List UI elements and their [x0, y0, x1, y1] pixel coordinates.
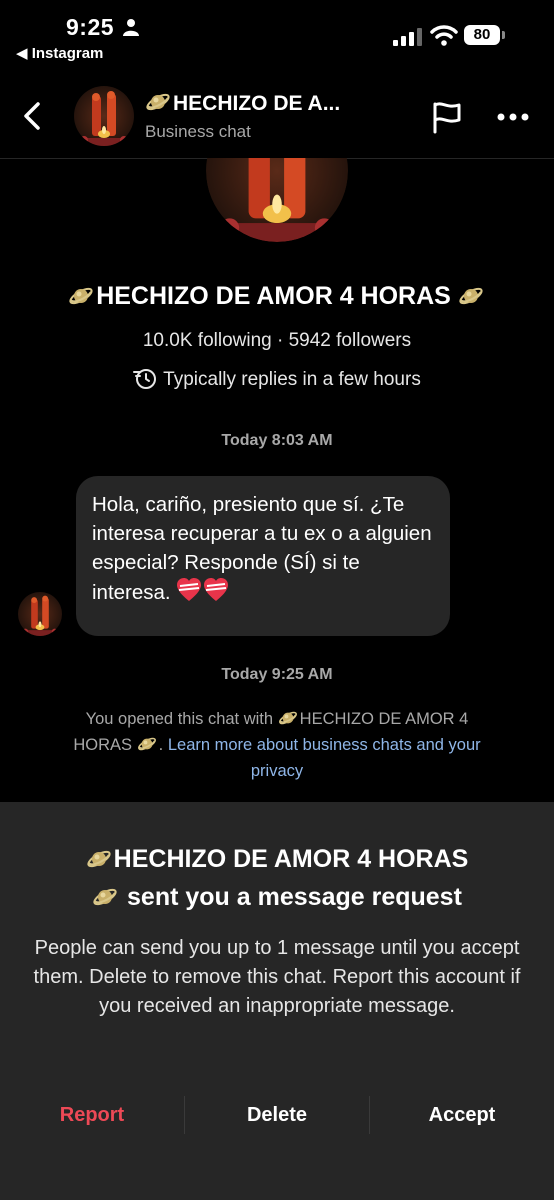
- profile-avatar[interactable]: [206, 158, 348, 242]
- request-account-name: HECHIZO DE AMOR 4 HORAS: [113, 845, 469, 873]
- planet-icon: [86, 846, 112, 872]
- planet-icon: [68, 283, 94, 309]
- profile-response-time: Typically replies in a few hours: [0, 366, 554, 391]
- message-bubble[interactable]: Hola, cariño, presiento que sí. ¿Te inte…: [76, 476, 450, 636]
- battery-level: 80: [464, 25, 500, 45]
- planet-icon: [458, 283, 484, 309]
- more-options-icon[interactable]: [496, 112, 530, 122]
- message-request-sheet: HECHIZO DE AMOR 4 HORAS sent you a messa…: [0, 802, 554, 1200]
- back-arrow-icon[interactable]: [20, 98, 48, 134]
- report-button[interactable]: Report: [0, 1092, 184, 1138]
- privacy-learn-more-link[interactable]: Learn more about business chats and your…: [168, 736, 481, 780]
- cellular-signal-icon: [393, 28, 422, 46]
- accept-button[interactable]: Accept: [370, 1092, 554, 1138]
- notice-suffix: .: [158, 736, 164, 754]
- header-avatar[interactable]: [74, 86, 134, 146]
- planet-icon: [278, 708, 298, 728]
- planet-icon: [92, 884, 118, 910]
- response-time-icon: [133, 369, 157, 389]
- status-bar: 9:25 ◀ Instagram 80: [0, 0, 554, 70]
- business-chat-notice: You opened this chat with HECHIZO DE AMO…: [60, 706, 494, 784]
- battery-tip: [502, 31, 505, 39]
- notice-prefix: You opened this chat with: [85, 710, 274, 728]
- header-subtitle: Business chat: [145, 122, 251, 141]
- message-text: Hola, cariño, presiento que sí. ¿Te inte…: [92, 493, 432, 604]
- delete-button[interactable]: Delete: [185, 1092, 369, 1138]
- profile-name-text: HECHIZO DE AMOR 4 HORAS: [96, 282, 451, 310]
- message-sender-avatar[interactable]: [18, 592, 62, 636]
- request-description: People can send you up to 1 message unti…: [33, 937, 521, 1017]
- message-timestamp: Today 8:03 AM: [221, 432, 333, 449]
- request-title-suffix: sent you a message request: [127, 883, 462, 911]
- request-actions: Report Delete Accept: [0, 1092, 554, 1138]
- message-timestamp: Today 9:25 AM: [221, 666, 333, 683]
- back-to-instagram-link[interactable]: ◀ Instagram: [16, 44, 103, 62]
- planet-icon: [137, 734, 157, 754]
- header-name-text: HECHIZO DE A...: [173, 92, 341, 115]
- person-icon: [123, 19, 139, 36]
- heart-emoji-icon: [177, 578, 229, 601]
- wifi-icon: [430, 25, 458, 46]
- response-time-text: Typically replies in a few hours: [163, 369, 421, 390]
- battery-indicator: 80: [464, 25, 508, 47]
- flag-icon[interactable]: [430, 100, 464, 134]
- header-account-name[interactable]: HECHIZO DE A...: [145, 89, 340, 116]
- chat-header: HECHIZO DE A... Business chat: [0, 72, 554, 159]
- profile-name[interactable]: HECHIZO DE AMOR 4 HORAS: [0, 282, 554, 311]
- request-title: HECHIZO DE AMOR 4 HORAS sent you a messa…: [30, 840, 524, 916]
- profile-stats: 10.0K following · 5942 followers: [142, 330, 412, 351]
- status-time: 9:25: [66, 14, 115, 40]
- planet-icon: [145, 89, 171, 115]
